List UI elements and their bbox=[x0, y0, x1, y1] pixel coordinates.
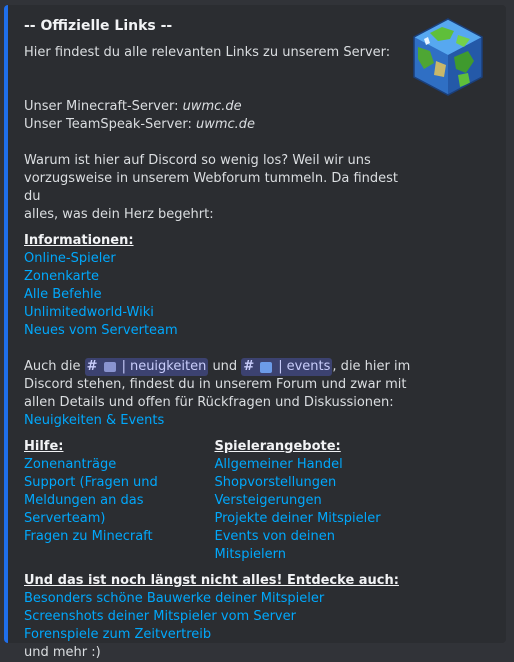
teamspeak-server-label: Unser TeamSpeak-Server: bbox=[24, 117, 196, 132]
forum-explanation-line-3: alles, was dein Herz begehrt: bbox=[24, 207, 214, 222]
channel-mention-neuigkeiten[interactable]: # | neuigkeiten bbox=[84, 358, 209, 376]
informationen-heading: Informationen: bbox=[24, 233, 134, 248]
channel-separator: | bbox=[121, 359, 126, 374]
intro-text: Hier findest du alle relevanten Links zu… bbox=[24, 45, 391, 60]
channels-middle: und bbox=[208, 359, 242, 374]
hilfe-heading: Hilfe: bbox=[24, 439, 64, 454]
channel-hash-icon: # bbox=[243, 359, 255, 374]
link-alle-befehle[interactable]: Alle Befehle bbox=[24, 286, 414, 304]
newspaper-icon bbox=[103, 362, 116, 372]
link-neuigkeiten-events[interactable]: Neuigkeiten & Events bbox=[24, 412, 414, 430]
link-zonenantraege[interactable]: Zonenanträge bbox=[24, 456, 215, 474]
channel-hash-icon: # bbox=[86, 359, 98, 374]
calendar-icon bbox=[260, 361, 273, 373]
link-support[interactable]: Support (Fragen und Meldungen an das Ser… bbox=[24, 474, 159, 528]
link-allgemeiner-handel[interactable]: Allgemeiner Handel bbox=[215, 456, 405, 474]
outro-text: und mehr :) bbox=[24, 645, 101, 660]
embed-card: -- Offizielle Links -- Hier findest du a… bbox=[4, 5, 506, 660]
link-screenshots[interactable]: Screenshots deiner Mitspieler vom Server bbox=[24, 608, 414, 626]
spielerangebote-column: Spielerangebote: Allgemeiner Handel Shop… bbox=[215, 438, 405, 564]
link-events-mitspieler[interactable]: Events von deinen Mitspielern bbox=[215, 528, 405, 564]
hilfe-column: Hilfe: Zonenanträge Support (Fragen und … bbox=[24, 438, 215, 564]
teamspeak-server-line: Unser TeamSpeak-Server: uwmc.de bbox=[24, 116, 414, 134]
link-online-spieler[interactable]: Online-Spieler bbox=[24, 250, 414, 268]
link-zonenkarte[interactable]: Zonenkarte bbox=[24, 268, 414, 286]
minecraft-server-address: uwmc.de bbox=[182, 99, 242, 114]
forum-explanation-line-2: vorzugsweise in unserem Webforum tummeln… bbox=[24, 171, 398, 204]
embed-content: -- Offizielle Links -- Hier findest du a… bbox=[24, 17, 414, 662]
spielerangebote-heading: Spielerangebote: bbox=[214, 439, 341, 454]
channels-line-1: Auch die # | neuigkeiten und # | events, die… bbox=[24, 358, 414, 376]
channel-separator: | bbox=[278, 359, 283, 374]
link-shopvorstellungen[interactable]: Shopvorstellungen bbox=[215, 474, 405, 492]
teamspeak-server-address: uwmc.de bbox=[195, 117, 256, 132]
minecraft-globe-cube-icon bbox=[413, 18, 483, 96]
channel-name-events: events bbox=[286, 359, 331, 374]
link-versteigerungen[interactable]: Versteigerungen bbox=[215, 492, 405, 510]
minecraft-server-line: Unser Minecraft-Server: uwmc.de bbox=[24, 98, 414, 116]
channels-line-2: Discord stehen, findest du in unserem Fo… bbox=[24, 377, 407, 392]
minecraft-server-label: Unser Minecraft-Server: bbox=[24, 99, 183, 114]
channels-prefix: Auch die bbox=[24, 359, 85, 374]
forum-explanation-line-1: Warum ist hier auf Discord so wenig los?… bbox=[24, 153, 371, 168]
channel-name-neuigkeiten: neuigkeiten bbox=[129, 359, 207, 374]
link-wiki[interactable]: Unlimitedworld-Wiki bbox=[24, 304, 414, 322]
channel-mention-events[interactable]: # | events bbox=[241, 358, 333, 376]
embed-title: -- Offizielle Links -- bbox=[24, 18, 173, 34]
link-neues-vom-serverteam[interactable]: Neues vom Serverteam bbox=[24, 322, 414, 340]
channels-line-3: allen Details und offen für Rückfragen u… bbox=[24, 395, 394, 410]
mehr-heading: Und das ist noch längst nicht alles! Ent… bbox=[24, 573, 399, 588]
link-bauwerke[interactable]: Besonders schöne Bauwerke deiner Mitspie… bbox=[24, 590, 414, 608]
two-column-section: Hilfe: Zonenanträge Support (Fragen und … bbox=[24, 438, 404, 564]
link-forenspiele[interactable]: Forenspiele zum Zeitvertreib bbox=[24, 626, 414, 644]
channels-suffix: , die hier im bbox=[332, 359, 411, 374]
link-projekte[interactable]: Projekte deiner Mitspieler bbox=[215, 510, 405, 528]
link-fragen-minecraft[interactable]: Fragen zu Minecraft bbox=[24, 528, 215, 546]
